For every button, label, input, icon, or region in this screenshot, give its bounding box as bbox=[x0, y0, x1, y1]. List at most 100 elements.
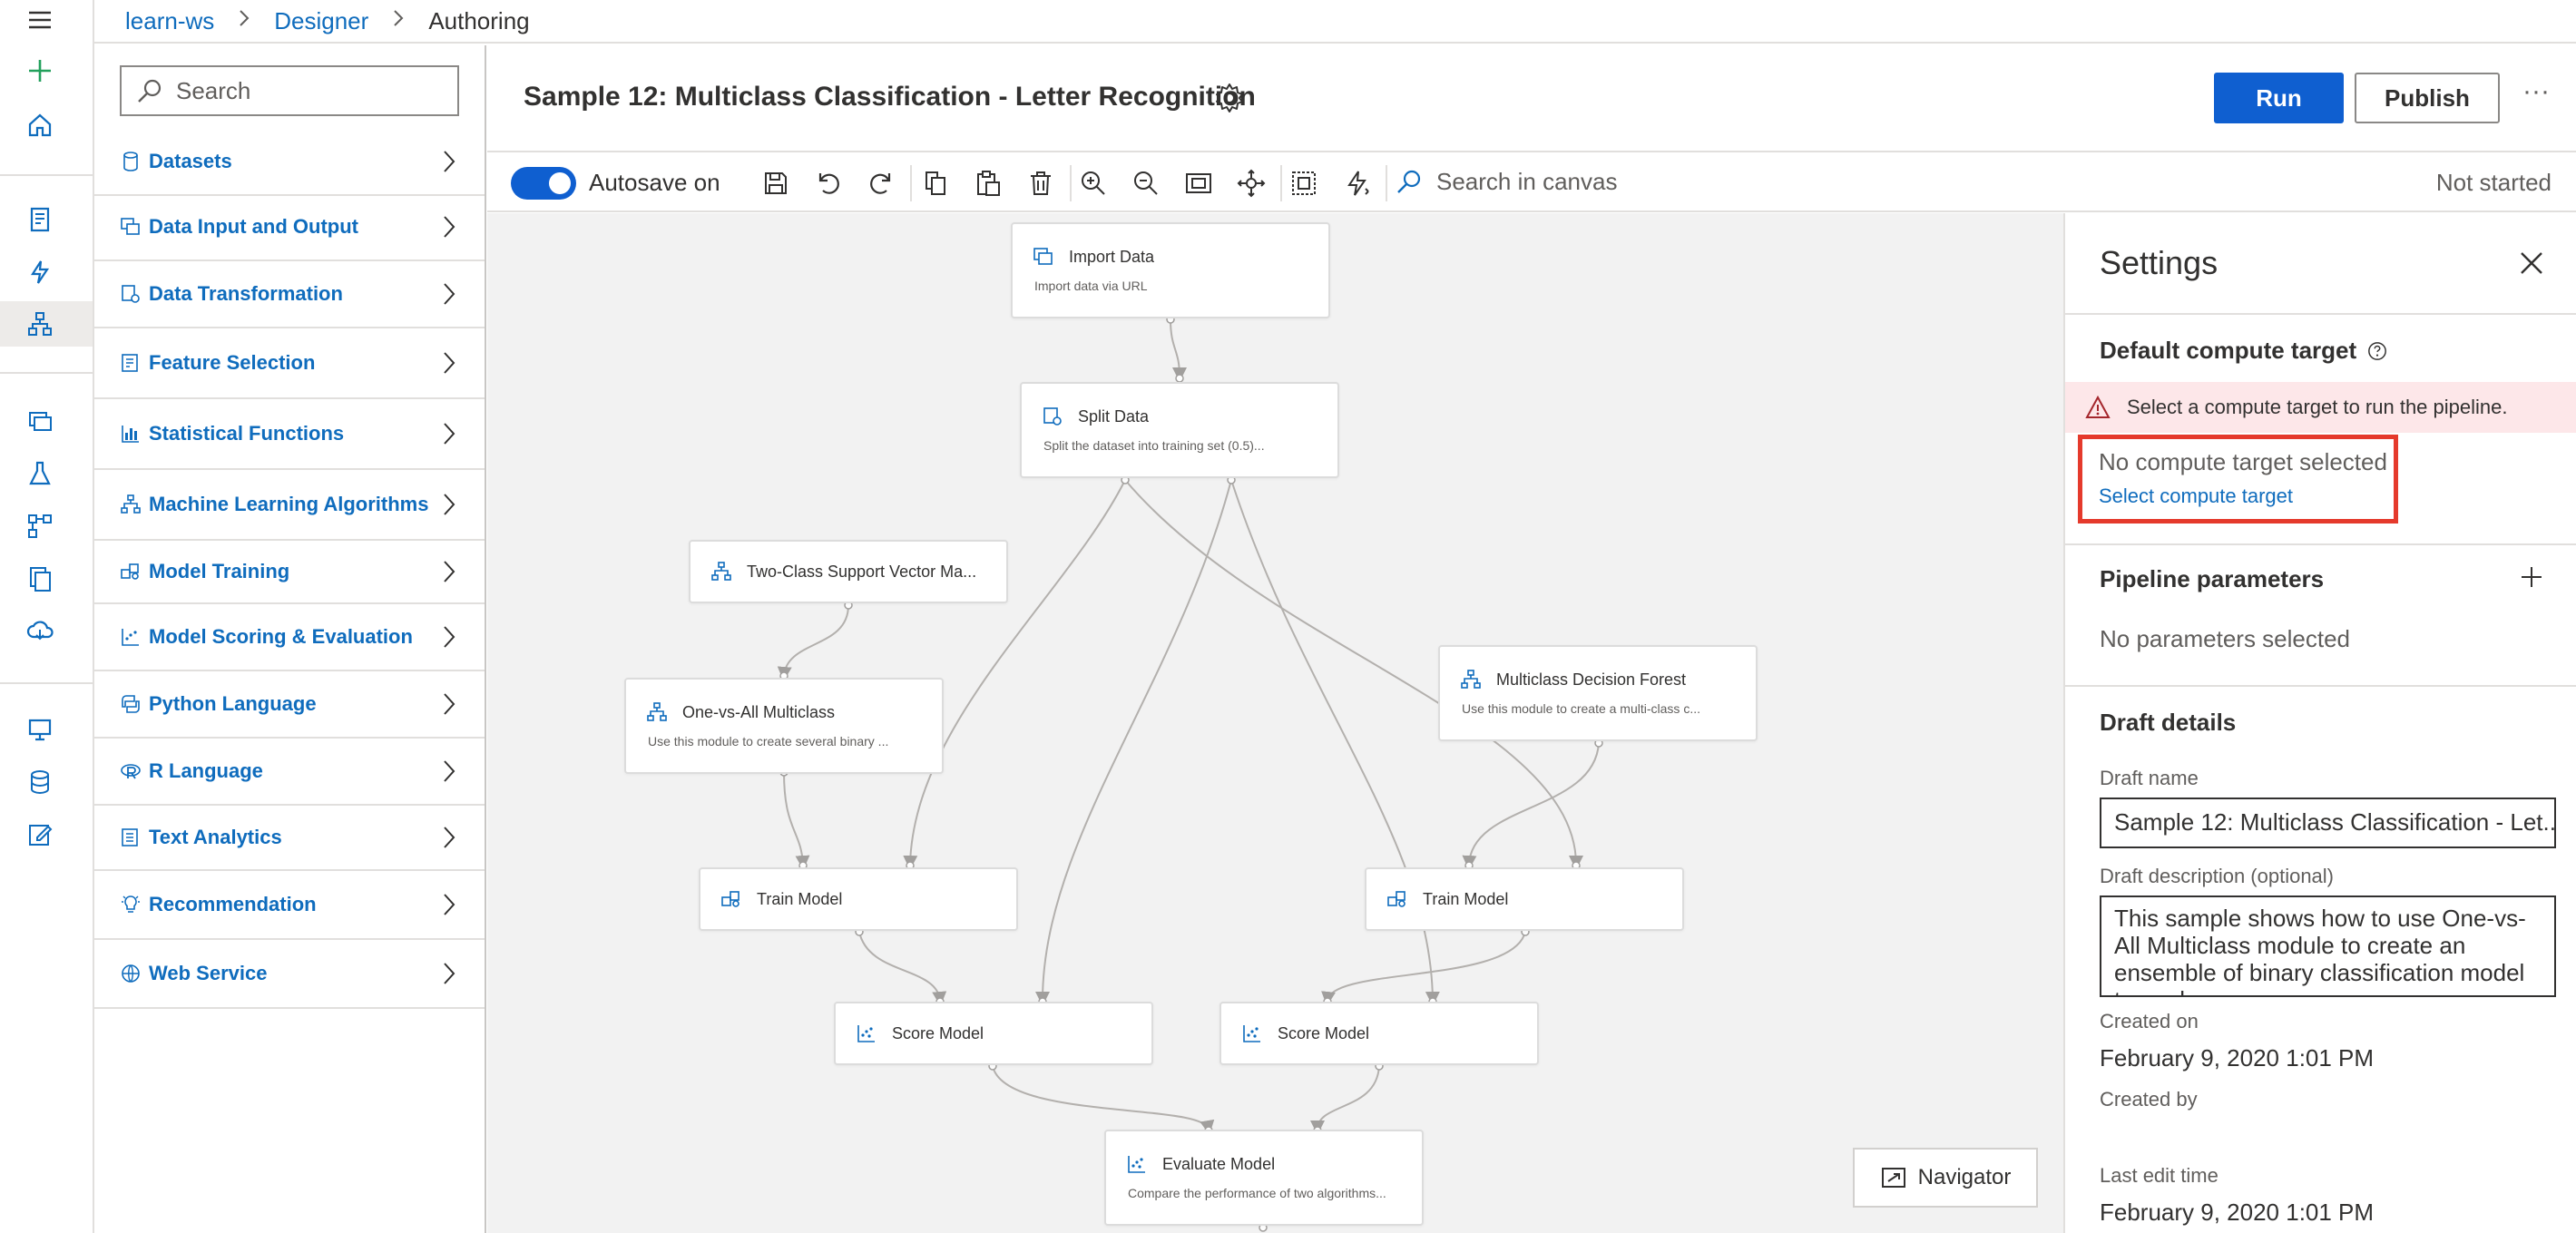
module-node-score-model-2[interactable]: Score Model bbox=[1219, 1002, 1539, 1065]
chevron-right-icon[interactable] bbox=[441, 558, 457, 585]
save-icon[interactable] bbox=[761, 169, 790, 198]
module-node-split-data[interactable]: Split Data Split the dataset into traini… bbox=[1020, 382, 1339, 478]
category-web-service[interactable]: Web Service bbox=[94, 940, 485, 1009]
zoom-in-icon[interactable] bbox=[1079, 169, 1108, 198]
chevron-right-icon[interactable] bbox=[441, 349, 457, 377]
redo-icon[interactable] bbox=[867, 169, 896, 198]
category-data-input-and-output[interactable]: Data Input and Output bbox=[94, 194, 485, 261]
node-subtitle: Use this module to create several binary… bbox=[648, 734, 889, 749]
copy-icon[interactable] bbox=[921, 169, 950, 198]
evaluate-model-icon bbox=[1128, 1156, 1145, 1173]
fit-to-screen-icon[interactable] bbox=[1184, 169, 1213, 198]
pipelines-icon[interactable] bbox=[24, 510, 56, 543]
breadcrumb-workspace[interactable]: learn-ws bbox=[125, 7, 214, 35]
chevron-right-icon[interactable] bbox=[441, 690, 457, 718]
breadcrumb-designer[interactable]: Designer bbox=[274, 7, 368, 35]
chevron-right-icon[interactable] bbox=[441, 420, 457, 447]
datasets-rail-icon[interactable] bbox=[24, 405, 56, 437]
module-node-train-model-2[interactable]: Train Model bbox=[1365, 867, 1684, 931]
module-node-two-class-svm[interactable]: Two-Class Support Vector Ma... bbox=[689, 540, 1008, 603]
edge-ova-train1 bbox=[783, 771, 810, 870]
plus-icon[interactable] bbox=[24, 54, 56, 87]
chevron-right-icon[interactable] bbox=[441, 891, 457, 918]
category-text-analytics[interactable]: Text Analytics bbox=[94, 806, 485, 871]
autosave-toggle[interactable] bbox=[511, 167, 576, 200]
data-labeling-icon[interactable] bbox=[24, 818, 56, 851]
node-title: Score Model bbox=[1278, 1023, 1370, 1042]
train-model-icon bbox=[1387, 891, 1406, 907]
models-icon[interactable] bbox=[24, 563, 56, 595]
select-compute-target-link[interactable]: Select compute target bbox=[2099, 484, 2293, 508]
help-icon[interactable] bbox=[2367, 341, 2387, 361]
category-label: Feature Selection bbox=[149, 351, 316, 374]
automated-ml-icon[interactable] bbox=[24, 256, 56, 289]
module-node-multiclass-decision-forest[interactable]: Multiclass Decision Forest Use this modu… bbox=[1438, 645, 1758, 741]
pan-icon[interactable] bbox=[1237, 169, 1266, 198]
last-edit-label: Last edit time bbox=[2100, 1164, 2218, 1187]
node-title: Multiclass Decision Forest bbox=[1496, 670, 1687, 689]
category-datasets[interactable]: Datasets bbox=[94, 129, 485, 196]
zoom-out-icon[interactable] bbox=[1131, 169, 1161, 198]
run-button[interactable]: Run bbox=[2214, 73, 2344, 123]
module-node-score-model-1[interactable]: Score Model bbox=[834, 1002, 1153, 1065]
node-title: Import Data bbox=[1069, 248, 1155, 266]
module-node-import-data[interactable]: Import Data Import data via URL bbox=[1011, 222, 1330, 318]
chevron-right-icon[interactable] bbox=[441, 148, 457, 175]
category-label: Recommendation bbox=[149, 893, 317, 915]
autosave-label: Autosave on bbox=[589, 169, 720, 196]
home-icon[interactable] bbox=[24, 109, 56, 142]
datastores-icon[interactable] bbox=[24, 766, 56, 798]
draft-description-field[interactable]: This sample shows how to use One-vs-All … bbox=[2100, 895, 2556, 997]
chevron-right-icon[interactable] bbox=[441, 491, 457, 518]
more-options-icon[interactable]: ··· bbox=[2518, 78, 2554, 109]
category-python-language[interactable]: Python Language bbox=[94, 671, 485, 739]
draft-details-title: Draft details bbox=[2100, 709, 2237, 736]
designer-icon[interactable] bbox=[24, 308, 56, 340]
category-data-transformation[interactable]: Data Transformation bbox=[94, 261, 485, 328]
palette-search-input[interactable]: Search bbox=[120, 65, 459, 116]
page-title: Sample 12: Multiclass Classification - L… bbox=[524, 82, 1256, 112]
edge-train1-score1 bbox=[858, 931, 947, 1006]
category-feature-selection[interactable]: Feature Selection bbox=[94, 328, 485, 399]
close-icon[interactable] bbox=[2518, 250, 2545, 277]
navigator-button[interactable]: Navigator bbox=[1853, 1148, 2038, 1208]
notebook-icon[interactable] bbox=[24, 203, 56, 236]
chevron-right-icon[interactable] bbox=[441, 213, 457, 240]
statistical-functions-icon bbox=[120, 423, 142, 445]
hamburger-menu-icon[interactable] bbox=[24, 4, 56, 36]
node-subtitle: Import data via URL bbox=[1034, 279, 1148, 293]
experiments-icon[interactable] bbox=[24, 457, 56, 490]
select-all-icon[interactable] bbox=[1289, 169, 1318, 198]
category-recommendation[interactable]: Recommendation bbox=[94, 871, 485, 940]
paste-icon[interactable] bbox=[974, 169, 1003, 198]
add-parameter-icon[interactable] bbox=[2518, 563, 2545, 591]
compute-icon[interactable] bbox=[24, 713, 56, 746]
endpoints-icon[interactable] bbox=[24, 615, 56, 648]
category-statistical-functions[interactable]: Statistical Functions bbox=[94, 399, 485, 470]
module-node-one-vs-all[interactable]: One-vs-All Multiclass Use this module to… bbox=[624, 678, 944, 774]
model-scoring-icon bbox=[120, 626, 142, 648]
chevron-right-icon[interactable] bbox=[441, 960, 457, 987]
category-model-scoring-evaluation[interactable]: Model Scoring & Evaluation bbox=[94, 604, 485, 671]
category-machine-learning-algorithms[interactable]: Machine Learning Algorithms bbox=[94, 470, 485, 541]
search-icon bbox=[1397, 170, 1421, 193]
chevron-right-icon[interactable] bbox=[441, 824, 457, 851]
canvas-search-input[interactable]: Search in canvas bbox=[1395, 167, 1617, 196]
pipeline-canvas[interactable]: Import Data Import data via URL Split Da… bbox=[487, 213, 2063, 1233]
module-node-evaluate-model[interactable]: Evaluate Model Compare the performance o… bbox=[1104, 1130, 1424, 1226]
undo-icon[interactable] bbox=[814, 169, 843, 198]
draft-name-field[interactable]: Sample 12: Multiclass Classification - L… bbox=[2100, 798, 2556, 848]
divider bbox=[2065, 685, 2576, 687]
category-model-training[interactable]: Model Training bbox=[94, 541, 485, 604]
chevron-right-icon[interactable] bbox=[441, 280, 457, 308]
category-r-language[interactable]: R Language bbox=[94, 739, 485, 806]
auto-layout-icon[interactable] bbox=[1342, 169, 1371, 198]
module-node-train-model-1[interactable]: Train Model bbox=[699, 867, 1018, 931]
chevron-right-icon[interactable] bbox=[441, 758, 457, 785]
text-analytics-icon bbox=[120, 827, 142, 848]
created-on-value: February 9, 2020 1:01 PM bbox=[2100, 1044, 2375, 1072]
gear-icon[interactable] bbox=[1213, 82, 1246, 114]
delete-icon[interactable] bbox=[1026, 169, 1055, 198]
publish-button[interactable]: Publish bbox=[2355, 73, 2500, 123]
chevron-right-icon[interactable] bbox=[441, 623, 457, 651]
